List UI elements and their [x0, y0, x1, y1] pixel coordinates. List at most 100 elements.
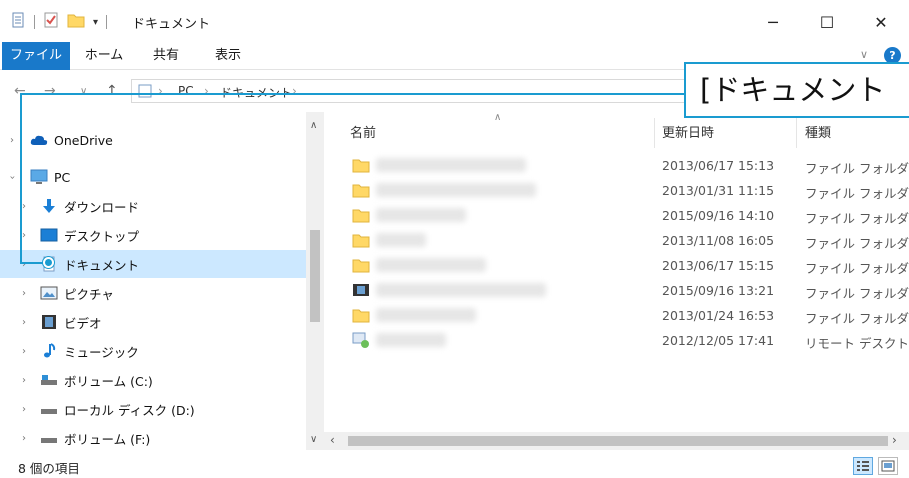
table-row[interactable]: 2015/09/16 13:21 ファイル フォルダー	[324, 279, 909, 304]
horizontal-scrollbar[interactable]: ‹ ›	[324, 432, 909, 450]
file-name-blurred	[376, 183, 536, 197]
nav-item-onedrive[interactable]: › OneDrive	[0, 126, 306, 154]
nav-item-downloads[interactable]: › ダウンロード	[0, 192, 306, 220]
nav-item-music[interactable]: › ミュージック	[0, 337, 306, 365]
chevron-right-icon[interactable]: ›	[22, 288, 26, 299]
toolbar-separator	[34, 15, 35, 29]
chevron-right-icon[interactable]: ›	[22, 230, 26, 241]
file-date: 2013/06/17 15:13	[662, 158, 775, 173]
music-icon	[40, 343, 58, 359]
scroll-left-icon[interactable]: ‹	[330, 433, 335, 447]
checkmark-icon[interactable]	[43, 12, 59, 32]
quick-access-toolbar: ▾	[10, 12, 108, 32]
nav-item-pc[interactable]: › PC	[0, 163, 306, 191]
computer-icon	[30, 169, 48, 185]
file-name-blurred	[376, 258, 486, 272]
column-header-name[interactable]: 名前	[350, 122, 376, 141]
table-row[interactable]: 2013/01/31 11:15 ファイル フォルダー	[324, 179, 909, 204]
customize-dropdown-icon[interactable]: ▾	[93, 17, 98, 28]
scroll-down-icon[interactable]: ∨	[310, 434, 317, 445]
chevron-right-icon[interactable]: ›	[22, 346, 26, 357]
nav-item-local-disk-d[interactable]: › ローカル ディスク (D:)	[0, 395, 306, 423]
toolbar-separator	[106, 15, 108, 29]
chevron-right-icon[interactable]: ›	[22, 317, 26, 328]
file-name-blurred	[376, 283, 546, 297]
file-date: 2015/09/16 13:21	[662, 283, 775, 298]
file-type: ファイル フォルダー	[805, 311, 909, 326]
chevron-right-icon[interactable]: ›	[22, 375, 26, 386]
close-button[interactable]: ✕	[854, 6, 908, 38]
file-type: ファイル フォルダー	[805, 211, 909, 226]
nav-scrollbar[interactable]: ∧ ∨	[306, 112, 324, 450]
file-type: ファイル フォルダー	[805, 186, 909, 201]
breadcrumb-separator: ›	[204, 84, 209, 98]
nav-item-desktop[interactable]: › デスクトップ	[0, 221, 306, 249]
chevron-right-icon[interactable]: ›	[22, 201, 26, 212]
details-view-icon[interactable]	[853, 457, 873, 475]
title-bar: ▾ ドキュメント ─ ☐ ✕	[0, 0, 909, 42]
nav-item-label: PC	[54, 169, 71, 185]
chevron-right-icon[interactable]: ›	[10, 135, 14, 146]
picture-icon	[40, 285, 58, 301]
tab-home[interactable]: ホーム	[72, 42, 136, 70]
address-path[interactable]: › PC › ドキュメント ›	[131, 79, 691, 103]
large-icons-view-icon[interactable]	[878, 457, 898, 475]
chevron-right-icon[interactable]: ›	[22, 259, 26, 270]
tab-file[interactable]: ファイル	[2, 42, 70, 70]
tab-view[interactable]: 表示	[198, 42, 258, 70]
nav-item-volume-f[interactable]: › ボリューム (F:)	[0, 424, 306, 452]
new-folder-icon[interactable]	[67, 12, 85, 32]
file-date: 2013/06/17 15:15	[662, 258, 775, 273]
table-row[interactable]: 2013/06/17 15:13 ファイル フォルダー	[324, 154, 909, 179]
folder-icon	[352, 307, 370, 323]
nav-item-label: ボリューム (F:)	[64, 431, 151, 447]
up-arrow-icon[interactable]: ↑	[106, 83, 118, 99]
folder-icon	[352, 232, 370, 248]
callout-line	[20, 93, 685, 95]
file-name-blurred	[376, 233, 426, 247]
file-date: 2013/01/31 11:15	[662, 183, 775, 198]
scroll-right-icon[interactable]: ›	[892, 433, 897, 447]
column-header-date[interactable]: 更新日時	[662, 122, 714, 141]
tab-share[interactable]: 共有	[136, 42, 196, 70]
chevron-down-icon[interactable]: ›	[7, 175, 18, 179]
chevron-right-icon[interactable]: ›	[22, 433, 26, 444]
file-name-blurred	[376, 158, 526, 172]
properties-icon[interactable]	[10, 12, 26, 32]
minimize-button[interactable]: ─	[746, 6, 800, 38]
table-row[interactable]: 2015/09/16 14:10 ファイル フォルダー	[324, 204, 909, 229]
scrollbar-thumb[interactable]	[348, 436, 888, 446]
nav-item-volume-c[interactable]: › ボリューム (C:)	[0, 366, 306, 394]
nav-item-videos[interactable]: › ビデオ	[0, 308, 306, 336]
breadcrumb-pc[interactable]: PC	[178, 84, 194, 98]
nav-item-label: ローカル ディスク (D:)	[64, 402, 195, 418]
breadcrumb-separator: ›	[158, 84, 163, 98]
callout-line	[20, 93, 22, 264]
chevron-right-icon[interactable]: ›	[22, 404, 26, 415]
table-row[interactable]: 2013/11/08 16:05 ファイル フォルダー	[324, 229, 909, 254]
nav-item-label: ドキュメント	[64, 257, 140, 273]
scroll-up-icon[interactable]: ∧	[310, 120, 317, 131]
column-divider[interactable]	[654, 118, 655, 148]
desktop-icon	[40, 227, 58, 243]
callout-dot	[43, 257, 54, 268]
scrollbar-thumb[interactable]	[310, 230, 320, 322]
file-name-blurred	[376, 308, 476, 322]
file-date: 2013/01/24 16:53	[662, 308, 775, 323]
expand-ribbon-icon[interactable]: ∨	[860, 48, 868, 61]
nav-item-label: デスクトップ	[64, 228, 140, 244]
column-divider[interactable]	[796, 118, 797, 148]
table-row[interactable]: 2013/01/24 16:53 ファイル フォルダー	[324, 304, 909, 329]
folder-icon	[352, 207, 370, 223]
table-row[interactable]: 2012/12/05 17:41 リモート デスクトップ	[324, 329, 909, 354]
nav-item-pictures[interactable]: › ピクチャ	[0, 279, 306, 307]
table-row[interactable]: 2013/06/17 15:15 ファイル フォルダー	[324, 254, 909, 279]
forward-arrow-icon[interactable]: →	[44, 83, 56, 99]
file-name-blurred	[376, 333, 446, 347]
recent-dropdown-icon[interactable]: ∨	[80, 86, 87, 97]
sort-ascending-icon: ∧	[494, 112, 502, 123]
drive-icon	[40, 401, 58, 417]
maximize-button[interactable]: ☐	[800, 6, 854, 38]
column-header-type[interactable]: 種類	[805, 122, 831, 141]
file-list: ∧ 名前 更新日時 種類 2013/06/17 15:13 ファイル フォルダー…	[324, 112, 909, 432]
